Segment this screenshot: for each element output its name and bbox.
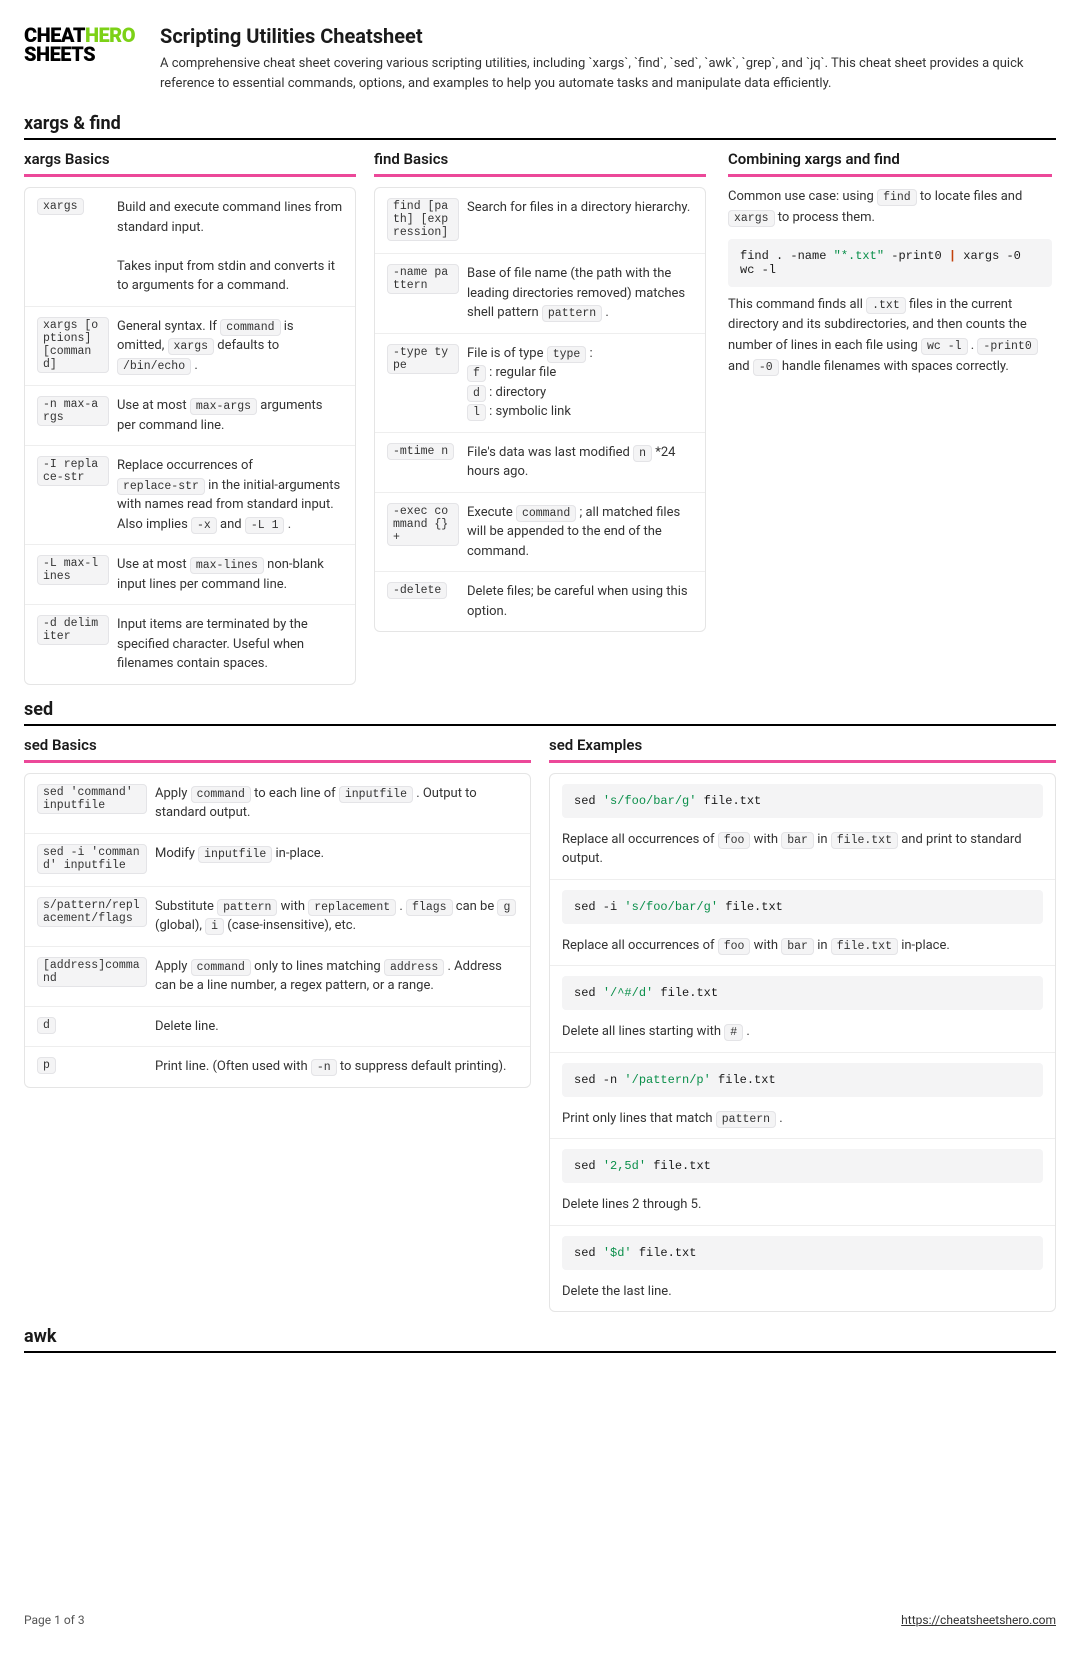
table-row: s/pattern/replacement/flagsSubstitute pa… <box>25 887 530 947</box>
table-row: -type typeFile is of type type :f : regu… <box>375 334 705 433</box>
example-row: sed '2,5d' file.txtDelete lines 2 throug… <box>550 1139 1055 1226</box>
sed-examples-title: sed Examples <box>549 736 1056 763</box>
section-awk: awk <box>24 1326 1056 1353</box>
table-row: pPrint line. (Often used with -n to supp… <box>25 1047 530 1087</box>
sed-basics-card: sed 'command' inputfileApply command to … <box>24 773 531 1088</box>
xargs-basics-card: xargsBuild and execute command lines fro… <box>24 187 356 685</box>
table-row: dDelete line. <box>25 1007 530 1048</box>
col-sed-examples: sed Examples sed 's/foo/bar/g' file.txtR… <box>549 736 1056 1313</box>
combining-intro: Common use case: using find to locate fi… <box>728 187 1052 229</box>
table-row: -n max-argsUse at most max-args argument… <box>25 386 355 446</box>
table-row: -mtime nFile's data was last modified n … <box>375 433 705 493</box>
section-sed: sed <box>24 699 1056 726</box>
sed-basics-title: sed Basics <box>24 736 531 763</box>
table-row: xargs [options] [command]General syntax.… <box>25 307 355 387</box>
example-row: sed '$d' file.txtDelete the last line. <box>550 1226 1055 1312</box>
page-subtitle: A comprehensive cheat sheet covering var… <box>160 54 1056 93</box>
table-row: xargsBuild and execute command lines fro… <box>25 188 355 307</box>
page-header: CHEATHERO SHEETS Scripting Utilities Che… <box>24 24 1056 93</box>
find-basics-card: find [path] [expression]Search for files… <box>374 187 706 632</box>
example-row: sed '/^#/d' file.txtDelete all lines sta… <box>550 966 1055 1053</box>
table-row: -deleteDelete files; be careful when usi… <box>375 572 705 631</box>
example-row: sed -i 's/foo/bar/g' file.txtReplace all… <box>550 880 1055 967</box>
logo-line2: SHEETS <box>24 42 95 66</box>
table-row: -exec command {} +Execute command ; all … <box>375 493 705 573</box>
footer-link[interactable]: https://cheatsheetshero.com <box>901 1613 1056 1627</box>
col-xargs-basics: xargs Basics xargsBuild and execute comm… <box>24 150 356 685</box>
table-row: find [path] [expression]Search for files… <box>375 188 705 254</box>
combining-explain: This command finds all .txt files in the… <box>728 295 1052 378</box>
table-row: -L max-linesUse at most max-lines non-bl… <box>25 545 355 605</box>
table-row: -d delimiterInput items are terminated b… <box>25 605 355 684</box>
table-row: -I replace-strReplace occurrences of rep… <box>25 446 355 545</box>
find-basics-title: find Basics <box>374 150 706 177</box>
table-row: sed 'command' inputfileApply command to … <box>25 774 530 834</box>
combining-code: find . -name "*.txt" -print0 | xargs -0 … <box>728 239 1052 287</box>
sed-examples-card: sed 's/foo/bar/g' file.txtReplace all oc… <box>549 773 1056 1313</box>
col-sed-basics: sed Basics sed 'command' inputfileApply … <box>24 736 531 1313</box>
section-xargs-find: xargs & find <box>24 113 1056 140</box>
col-find-basics: find Basics find [path] [expression]Sear… <box>374 150 706 685</box>
example-row: sed 's/foo/bar/g' file.txtReplace all oc… <box>550 774 1055 880</box>
table-row: sed -i 'command' inputfileModify inputfi… <box>25 834 530 887</box>
footer-page: Page 1 of 3 <box>24 1613 85 1627</box>
example-row: sed -n '/pattern/p' file.txtPrint only l… <box>550 1053 1055 1140</box>
page-title: Scripting Utilities Cheatsheet <box>160 24 1056 48</box>
page-footer: Page 1 of 3 https://cheatsheetshero.com <box>24 1613 1056 1627</box>
combining-title: Combining xargs and find <box>728 150 1052 177</box>
logo: CHEATHERO SHEETS <box>24 24 144 66</box>
table-row: -name patternBase of file name (the path… <box>375 254 705 334</box>
col-combining: Combining xargs and find Common use case… <box>724 150 1056 685</box>
xargs-basics-title: xargs Basics <box>24 150 356 177</box>
table-row: [address]commandApply command only to li… <box>25 947 530 1007</box>
